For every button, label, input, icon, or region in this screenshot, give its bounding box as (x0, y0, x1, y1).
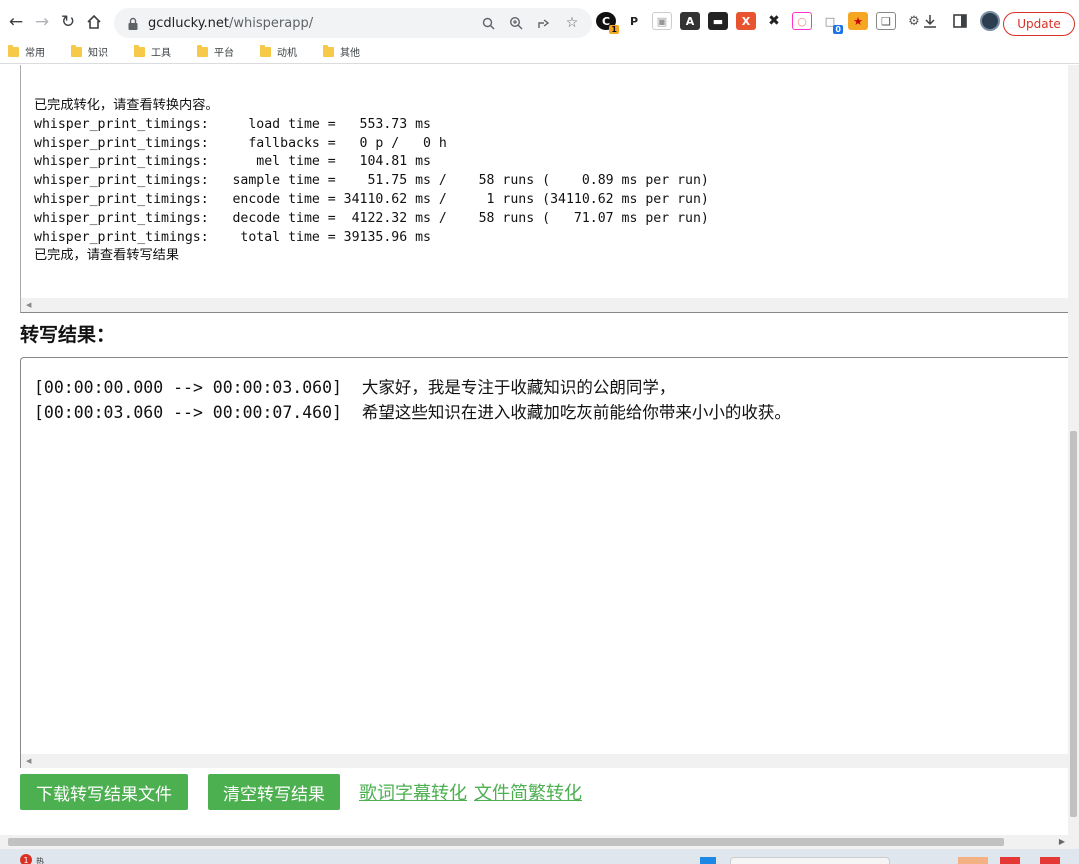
extension-xmind-icon[interactable]: X (736, 12, 756, 30)
action-row: 下载转写结果文件 清空转写结果 歌词字幕转化 文件简繁转化 (20, 774, 582, 810)
folder-icon (8, 44, 19, 57)
site-info-icon[interactable] (126, 16, 140, 30)
result-line: [00:00:00.000 --> 00:00:03.060] 大家好，我是专注… (34, 378, 676, 397)
log-line: whisper_print_timings: mel time = 104.81… (34, 154, 431, 170)
scroll-left-icon[interactable]: ◀ (26, 301, 31, 309)
home-icon[interactable] (80, 8, 108, 36)
bookmark-star-icon[interactable]: ☆ (562, 13, 582, 33)
page-horizontal-scrollbar[interactable]: ▶ (0, 835, 1079, 849)
bookmarks-bar: 常用 知识 工具 平台 动机 其他 (0, 40, 1079, 64)
log-line: 已完成，请查看转写结果 (34, 248, 180, 264)
extension-dark-icon[interactable]: A (680, 12, 700, 30)
log-line: whisper_print_timings: total time = 3913… (34, 229, 431, 245)
extension-book-icon[interactable]: ▣ (652, 12, 672, 30)
file-convert-link[interactable]: 文件简繁转化 (474, 779, 582, 805)
bookmark-folder-pingtai[interactable]: 平台 (197, 44, 234, 59)
log-text: 已完成转化，请查看转换内容。 whisper_print_timings: loa… (34, 97, 709, 266)
folder-icon (197, 44, 208, 57)
url-text: gcdlucky.net/whisperapp/ (148, 15, 314, 31)
folder-icon (134, 44, 145, 57)
extension-terminal-icon[interactable]: ▬ (708, 12, 728, 30)
browser-toolbar: ← → ↻ gcdlucky.net/whisperapp/ ☆ C 1 P ▣… (0, 0, 1079, 40)
folder-icon (260, 44, 271, 57)
profile-avatar[interactable] (980, 11, 1000, 31)
extension-translate-icon[interactable]: □ 0 (820, 12, 843, 34)
extension-ad-icon[interactable]: ★ (848, 12, 868, 30)
result-textarea[interactable]: [00:00:00.000 --> 00:00:03.060] 大家好，我是专注… (20, 357, 1068, 768)
bookmark-folder-zhishi[interactable]: 知识 (71, 44, 108, 59)
lyrics-subtitle-link[interactable]: 歌词字幕转化 (359, 779, 467, 805)
windows-start-icon[interactable] (700, 857, 716, 864)
scrollbar-thumb[interactable] (1070, 431, 1077, 817)
scroll-left-icon[interactable]: ◀ (26, 757, 31, 765)
taskbar-weather-label: 热 (36, 857, 44, 864)
forward-icon[interactable]: → (28, 8, 56, 36)
result-line: [00:00:03.060 --> 00:00:07.460] 希望这些知识在进… (34, 403, 791, 422)
share-icon[interactable] (534, 13, 554, 33)
bookmark-folder-gongju[interactable]: 工具 (134, 44, 171, 59)
log-line: whisper_print_timings: fallbacks = 0 p /… (34, 135, 447, 151)
side-panel-icon[interactable] (950, 11, 970, 31)
taskbar-app-icon[interactable] (958, 857, 988, 864)
extension-c-icon[interactable]: C1 (596, 12, 619, 34)
page-vertical-scrollbar[interactable] (1068, 65, 1079, 835)
bookmark-folder-qita[interactable]: 其他 (323, 44, 360, 59)
clear-result-button[interactable]: 清空转写结果 (208, 774, 340, 810)
browser-window: ← → ↻ gcdlucky.net/whisperapp/ ☆ C 1 P ▣… (0, 0, 1079, 864)
result-horizontal-scrollbar[interactable]: ◀ (21, 754, 1068, 768)
log-horizontal-scrollbar[interactable]: ◀ (21, 298, 1068, 312)
log-line: whisper_print_timings: encode time = 341… (34, 191, 709, 207)
bookmark-folder-changyong[interactable]: 常用 (8, 44, 45, 59)
extensions-bar: C1 P ▣ A ▬ X ✖ ○ □ 0 ★ ❏ ⚙ (596, 12, 924, 34)
taskbar-app-icon[interactable] (1000, 857, 1020, 864)
folder-icon (71, 44, 82, 57)
log-output-textarea[interactable]: 已完成转化，请查看转换内容。 whisper_print_timings: loa… (20, 65, 1068, 313)
address-bar[interactable]: gcdlucky.net/whisperapp/ ☆ (114, 8, 592, 38)
taskbar-app-icon[interactable] (1040, 857, 1060, 864)
extension-copy-icon[interactable]: ❏ (876, 12, 896, 30)
taskbar-search-box[interactable] (730, 857, 890, 864)
log-line: whisper_print_timings: load time = 553.7… (34, 116, 431, 132)
os-taskbar: 1 热 (0, 849, 1079, 864)
back-icon[interactable]: ← (2, 8, 30, 36)
download-icon[interactable] (920, 11, 940, 31)
extension-pig-icon[interactable]: ○ (792, 12, 812, 30)
extension-tool-icon[interactable]: ✖ (764, 12, 784, 30)
folder-icon (323, 44, 334, 57)
log-line: whisper_print_timings: sample time = 51.… (34, 173, 709, 189)
bookmark-folder-dongji[interactable]: 动机 (260, 44, 297, 59)
result-heading: 转写结果： (20, 324, 116, 346)
zoom-icon[interactable] (506, 13, 526, 33)
notification-badge[interactable]: 1 (20, 854, 32, 864)
extension-p-icon[interactable]: P (624, 12, 644, 30)
log-line: whisper_print_timings: decode time = 412… (34, 210, 709, 226)
scrollbar-thumb[interactable] (8, 838, 1004, 846)
result-text: [00:00:00.000 --> 00:00:03.060] 大家好，我是专注… (34, 375, 791, 425)
page-content: 已完成转化，请查看转换内容。 whisper_print_timings: loa… (0, 65, 1068, 835)
reload-icon[interactable]: ↻ (54, 8, 82, 36)
search-icon[interactable] (478, 13, 498, 33)
scroll-right-icon[interactable]: ▶ (1059, 837, 1065, 846)
update-button[interactable]: Update (1003, 12, 1075, 36)
download-result-button[interactable]: 下载转写结果文件 (20, 774, 188, 810)
log-line: 已完成转化，请查看转换内容。 (34, 98, 219, 113)
